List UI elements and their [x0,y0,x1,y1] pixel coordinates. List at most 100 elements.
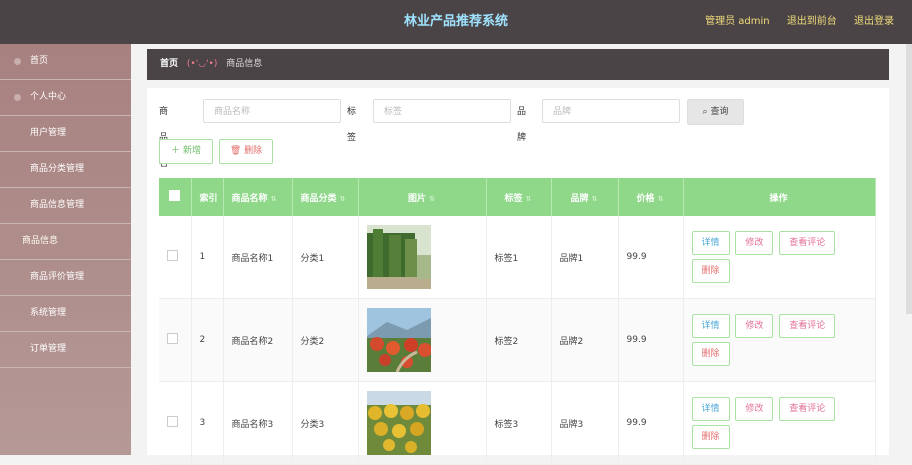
row-checkbox[interactable] [159,216,192,299]
row-image [358,381,487,465]
row-brand: 品牌2 [551,298,619,382]
sidebar-item-label: 系统管理 [30,308,67,318]
sidebar-item-user-management[interactable]: 用户管理 [0,116,131,152]
header-name[interactable]: 商品名称 ⇅ [223,178,293,216]
edit-button[interactable]: 修改 [735,397,774,421]
sidebar-item-personal-center[interactable]: 个人中心 [0,80,131,116]
sidebar-item-label: 商品信息管理 [30,200,85,210]
row-tag: 标签2 [486,298,552,382]
home-icon [14,58,21,65]
header-actions: 操作 [683,178,876,216]
delete-button[interactable]: 删除 [691,425,730,449]
product-image-forest [366,225,431,289]
row-index: 1 [191,216,224,299]
row-actions: 详情 修改 查看评论 删除 [683,381,876,465]
row-category: 分类3 [292,381,359,465]
row-brand: 品牌1 [551,216,619,299]
sidebar-item-label: 商品评价管理 [30,272,85,282]
row-category: 分类1 [292,216,359,299]
row-actions: 详情 修改 查看评论 删除 [683,216,876,299]
admin-label: 管理员 admin [705,16,770,27]
sidebar-item-home[interactable]: 首页 [0,44,131,80]
header-category[interactable]: 商品分类 ⇅ [292,178,359,216]
product-table: 索引 商品名称 ⇅ 商品分类 ⇅ 图片 ⇅ 标签 ⇅ 品牌 ⇅ 价格 ⇅ 操作 1 商品名称… [159,178,876,465]
row-name: 商品名称1 [223,216,293,299]
delete-button[interactable]: 删除 [691,342,730,366]
top-bar: 林业产品推荐系统 管理员 admin 退出到前台 退出登录 [0,0,912,44]
sidebar-item-system-management[interactable]: 系统管理 [0,296,131,332]
row-tag: 标签3 [486,381,552,465]
tag-input[interactable]: 标签 [373,99,511,123]
logout-link[interactable]: 退出登录 [854,16,894,27]
batch-delete-button[interactable]: 🗑 删除 [219,139,273,164]
edit-button[interactable]: 修改 [735,231,774,255]
row-checkbox[interactable] [159,298,192,382]
row-brand: 品牌3 [551,381,619,465]
view-reviews-button[interactable]: 查看评论 [779,397,836,421]
delete-button[interactable]: 删除 [691,259,730,283]
brand-label: 品牌 [517,107,527,143]
trash-icon: 🗑 [229,146,242,156]
row-tag: 标签1 [486,216,552,299]
brand-input[interactable]: 品牌 [542,99,680,123]
sidebar-item-product-info[interactable]: 商品信息 [0,224,131,259]
breadcrumb-current: 商品信息 [226,59,263,69]
table-row: 1 商品名称1 分类1 标签1 品牌1 99.9 详情 修改 查看评论 删除 [159,216,876,299]
sidebar-item-label: 订单管理 [30,344,67,354]
edit-button[interactable]: 修改 [735,314,774,338]
row-index: 2 [191,298,224,382]
sidebar-item-label: 商品信息 [22,236,59,246]
view-reviews-button[interactable]: 查看评论 [779,231,836,255]
sidebar-item-order-management[interactable]: 订单管理 [0,332,131,368]
row-image [358,216,487,299]
add-button[interactable]: ＋ 新增 [159,139,213,164]
row-index: 3 [191,381,224,465]
header-price[interactable]: 价格 ⇅ [618,178,684,216]
header-tag[interactable]: 标签 ⇅ [486,178,552,216]
sort-icon: ⇅ [591,194,598,203]
top-right-menu: 管理员 admin 退出到前台 退出登录 [691,0,894,44]
row-name: 商品名称2 [223,298,293,382]
breadcrumb: 首页 (•'◡'•) 商品信息 [147,49,889,80]
table-row: 3 商品名称3 分类3 标签3 品牌3 99.9 详情 修改 查看评论 删除 [159,381,876,465]
sidebar-item-label: 用户管理 [30,128,67,138]
detail-button[interactable]: 详情 [691,314,730,338]
sidebar-item-label: 个人中心 [30,92,67,102]
detail-button[interactable]: 详情 [691,397,730,421]
select-all-checkbox[interactable] [159,178,192,216]
row-actions: 详情 修改 查看评论 删除 [683,298,876,382]
sort-icon: ⇅ [657,194,664,203]
header-brand[interactable]: 品牌 ⇅ [551,178,619,216]
plus-icon: ＋ [171,146,181,156]
sort-icon: ⇅ [525,194,532,203]
header-image[interactable]: 图片 ⇅ [358,178,487,216]
row-price: 99.9 [618,381,684,465]
breadcrumb-emoticon: (•'◡'•) [186,59,218,69]
header-index: 索引 [191,178,224,216]
sidebar-item-product-management[interactable]: 商品信息管理 [0,188,131,224]
row-checkbox[interactable] [159,381,192,465]
sort-icon: ⇅ [339,194,346,203]
table-header: 索引 商品名称 ⇅ 商品分类 ⇅ 图片 ⇅ 标签 ⇅ 品牌 ⇅ 价格 ⇅ 操作 [159,178,876,216]
sidebar-item-category-management[interactable]: 商品分类管理 [0,152,131,188]
query-label: 查询 [710,107,729,117]
table-row: 2 商品名称2 分类2 标签2 品牌2 99.9 详情 修改 查看评论 删除 [159,298,876,382]
name-input[interactable]: 商品名称 [203,99,341,123]
sort-icon: ⇅ [429,194,435,203]
query-button[interactable]: ⌕ 查询 [687,99,744,125]
sidebar: 首页 个人中心 用户管理 商品分类管理 商品信息管理 商品信息 商品评价管理 系… [0,44,131,455]
product-image-yellow-trees [366,391,431,455]
breadcrumb-home[interactable]: 首页 [160,59,178,69]
row-name: 商品名称3 [223,381,293,465]
view-reviews-button[interactable]: 查看评论 [779,314,836,338]
sidebar-item-review-management[interactable]: 商品评价管理 [0,259,131,296]
row-price: 99.9 [618,216,684,299]
page-scrollbar[interactable] [906,44,912,314]
product-image-red-trees [366,308,431,372]
sort-icon: ⇅ [270,194,277,203]
row-image [358,298,487,382]
sidebar-item-label: 首页 [30,56,49,66]
detail-button[interactable]: 详情 [691,231,730,255]
search-icon: ⌕ [702,107,708,117]
exit-to-front-link[interactable]: 退出到前台 [787,16,837,27]
